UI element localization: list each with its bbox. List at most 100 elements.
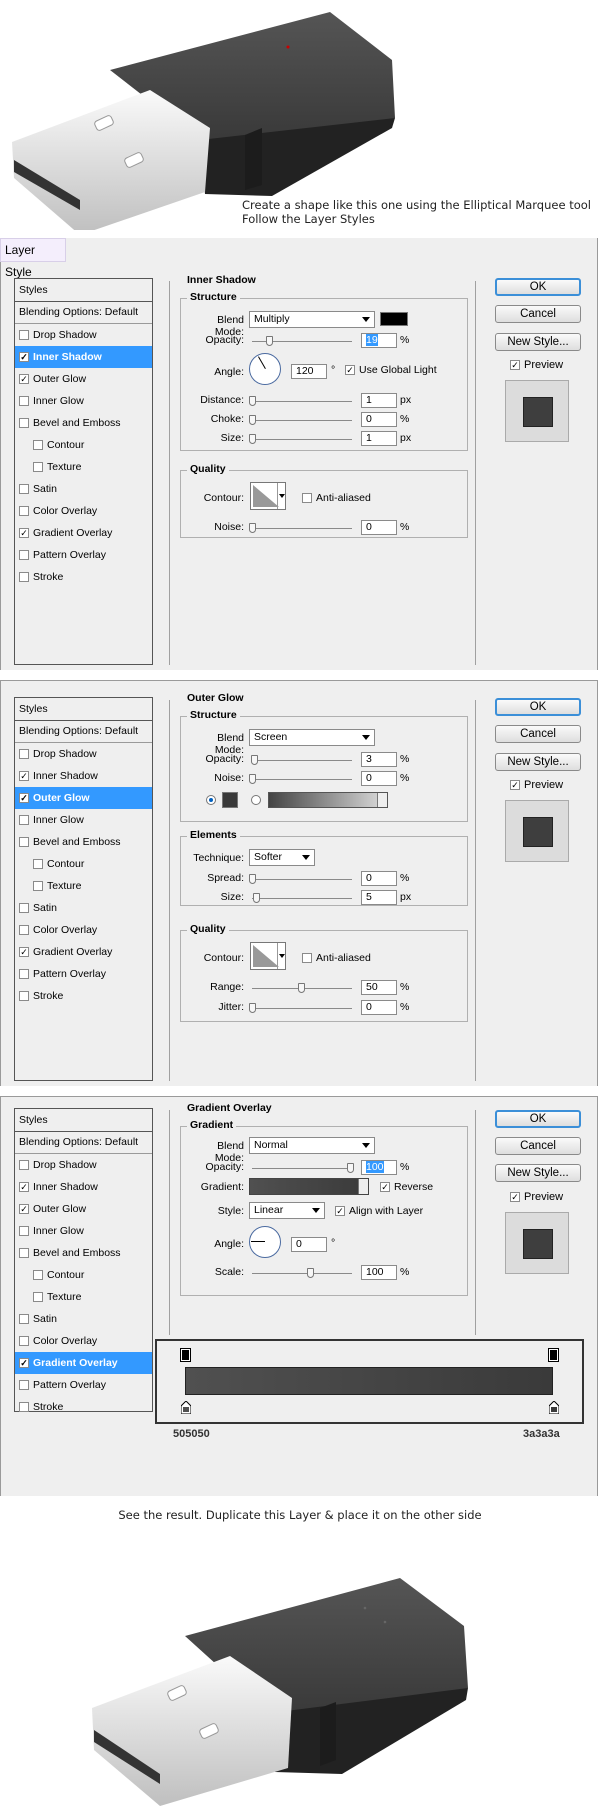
style-item-drop-shadow[interactable]: Drop Shadow bbox=[15, 743, 152, 765]
ok-button[interactable]: OK bbox=[495, 1110, 581, 1128]
style-checkbox[interactable] bbox=[19, 991, 29, 1001]
style-item-inner-glow[interactable]: Inner Glow bbox=[15, 1220, 152, 1242]
distance-slider-thumb[interactable] bbox=[249, 396, 256, 406]
style-item-drop-shadow[interactable]: Drop Shadow bbox=[15, 1154, 152, 1176]
style-item-outer-glow[interactable]: ✓ Outer Glow bbox=[15, 368, 152, 390]
opacity-input[interactable]: 100 bbox=[361, 1160, 397, 1175]
choke-slider-track[interactable] bbox=[252, 420, 352, 421]
style-checkbox[interactable]: ✓ bbox=[19, 528, 29, 538]
style-item-outer-glow[interactable]: ✓ Outer Glow bbox=[15, 787, 152, 809]
ok-button[interactable]: OK bbox=[495, 698, 581, 716]
glow-gradient-picker[interactable] bbox=[268, 792, 388, 808]
style-checkbox[interactable]: ✓ bbox=[19, 1182, 29, 1192]
opacity-stop-right[interactable] bbox=[548, 1348, 559, 1362]
style-item-outer-glow[interactable]: ✓ Outer Glow bbox=[15, 1198, 152, 1220]
spread-slider-track[interactable] bbox=[252, 879, 352, 880]
angle-dial[interactable] bbox=[249, 353, 281, 385]
style-checkbox[interactable] bbox=[19, 969, 29, 979]
blend-mode-select[interactable]: Multiply bbox=[249, 311, 375, 328]
preview-option[interactable]: ✓ Preview bbox=[510, 359, 563, 371]
style-item-contour[interactable]: Contour bbox=[15, 853, 152, 875]
noise-slider-thumb[interactable] bbox=[249, 523, 256, 533]
blending-options[interactable]: Blending Options: Default bbox=[15, 721, 152, 743]
style-checkbox[interactable] bbox=[19, 925, 29, 935]
style-item-texture[interactable]: Texture bbox=[15, 456, 152, 478]
style-checkbox[interactable] bbox=[19, 837, 29, 847]
style-checkbox[interactable] bbox=[19, 1248, 29, 1258]
opacity-slider-track[interactable] bbox=[252, 1168, 352, 1169]
style-item-color-overlay[interactable]: Color Overlay bbox=[15, 1330, 152, 1352]
solid-color-radio[interactable] bbox=[206, 795, 216, 805]
style-item-inner-glow[interactable]: Inner Glow bbox=[15, 390, 152, 412]
style-item-pattern-overlay[interactable]: Pattern Overlay bbox=[15, 544, 152, 566]
choke-input[interactable]: 0 bbox=[361, 412, 397, 427]
style-checkbox[interactable] bbox=[19, 396, 29, 406]
jitter-slider-track[interactable] bbox=[252, 1008, 352, 1009]
opacity-slider-thumb[interactable] bbox=[251, 755, 258, 765]
scale-input[interactable]: 100 bbox=[361, 1265, 397, 1280]
blending-options[interactable]: Blending Options: Default bbox=[15, 302, 152, 324]
style-checkbox[interactable] bbox=[33, 859, 43, 869]
align-option[interactable]: ✓ Align with Layer bbox=[335, 1205, 423, 1217]
style-checkbox[interactable] bbox=[33, 440, 43, 450]
preview-option[interactable]: ✓ Preview bbox=[510, 779, 563, 791]
opacity-input[interactable]: 19 bbox=[361, 333, 397, 348]
angle-dial[interactable] bbox=[249, 1226, 281, 1258]
style-checkbox[interactable] bbox=[19, 418, 29, 428]
spread-input[interactable]: 0 bbox=[361, 871, 397, 886]
jitter-slider-thumb[interactable] bbox=[249, 1003, 256, 1013]
style-item-texture[interactable]: Texture bbox=[15, 875, 152, 897]
distance-slider-track[interactable] bbox=[252, 401, 352, 402]
noise-input[interactable]: 0 bbox=[361, 771, 397, 786]
gradient-bar[interactable] bbox=[185, 1367, 553, 1395]
style-item-satin[interactable]: Satin bbox=[15, 1308, 152, 1330]
style-checkbox[interactable]: ✓ bbox=[19, 947, 29, 957]
style-checkbox[interactable] bbox=[19, 550, 29, 560]
new-style-button[interactable]: New Style... bbox=[495, 1164, 581, 1182]
style-checkbox[interactable] bbox=[19, 1402, 29, 1412]
angle-input[interactable]: 120 bbox=[291, 364, 327, 379]
style-item-pattern-overlay[interactable]: Pattern Overlay bbox=[15, 1374, 152, 1396]
style-checkbox[interactable] bbox=[33, 462, 43, 472]
choke-slider-thumb[interactable] bbox=[249, 415, 256, 425]
contour-picker[interactable] bbox=[250, 942, 286, 970]
style-item-stroke[interactable]: Stroke bbox=[15, 1396, 152, 1418]
style-checkbox[interactable] bbox=[33, 1270, 43, 1280]
style-item-contour[interactable]: Contour bbox=[15, 434, 152, 456]
noise-slider-track[interactable] bbox=[252, 528, 352, 529]
style-item-bevel-and-emboss[interactable]: Bevel and Emboss bbox=[15, 412, 152, 434]
gradient-radio[interactable] bbox=[251, 795, 261, 805]
style-checkbox[interactable] bbox=[19, 1336, 29, 1346]
style-item-inner-shadow[interactable]: ✓ Inner Shadow bbox=[15, 1176, 152, 1198]
contour-picker[interactable] bbox=[250, 482, 286, 510]
opacity-slider-thumb[interactable] bbox=[266, 336, 273, 346]
style-checkbox[interactable] bbox=[33, 881, 43, 891]
styles-header[interactable]: Styles bbox=[15, 1109, 152, 1132]
chevron-down-icon[interactable] bbox=[277, 943, 285, 969]
anti-aliased-checkbox[interactable] bbox=[302, 493, 312, 503]
color-stop-left[interactable] bbox=[181, 1401, 191, 1414]
style-item-gradient-overlay[interactable]: ✓ Gradient Overlay bbox=[15, 522, 152, 544]
style-item-bevel-and-emboss[interactable]: Bevel and Emboss bbox=[15, 831, 152, 853]
noise-slider-track[interactable] bbox=[252, 779, 352, 780]
style-checkbox[interactable]: ✓ bbox=[19, 374, 29, 384]
technique-select[interactable]: Softer bbox=[249, 849, 315, 866]
preview-checkbox[interactable]: ✓ bbox=[510, 1192, 520, 1202]
style-checkbox[interactable] bbox=[19, 572, 29, 582]
chevron-down-icon[interactable] bbox=[358, 1179, 368, 1194]
opacity-input[interactable]: 3 bbox=[361, 752, 397, 767]
preview-checkbox[interactable]: ✓ bbox=[510, 360, 520, 370]
style-checkbox[interactable] bbox=[19, 330, 29, 340]
new-style-button[interactable]: New Style... bbox=[495, 333, 581, 351]
size-input[interactable]: 1 bbox=[361, 431, 397, 446]
style-checkbox[interactable] bbox=[19, 903, 29, 913]
noise-input[interactable]: 0 bbox=[361, 520, 397, 535]
style-item-bevel-and-emboss[interactable]: Bevel and Emboss bbox=[15, 1242, 152, 1264]
ok-button[interactable]: OK bbox=[495, 278, 581, 296]
style-item-gradient-overlay[interactable]: ✓ Gradient Overlay bbox=[15, 1352, 152, 1374]
global-light-option[interactable]: ✓ Use Global Light bbox=[345, 364, 437, 376]
style-item-stroke[interactable]: Stroke bbox=[15, 566, 152, 588]
style-checkbox[interactable]: ✓ bbox=[19, 771, 29, 781]
range-slider-thumb[interactable] bbox=[298, 983, 305, 993]
style-checkbox[interactable]: ✓ bbox=[19, 352, 29, 362]
